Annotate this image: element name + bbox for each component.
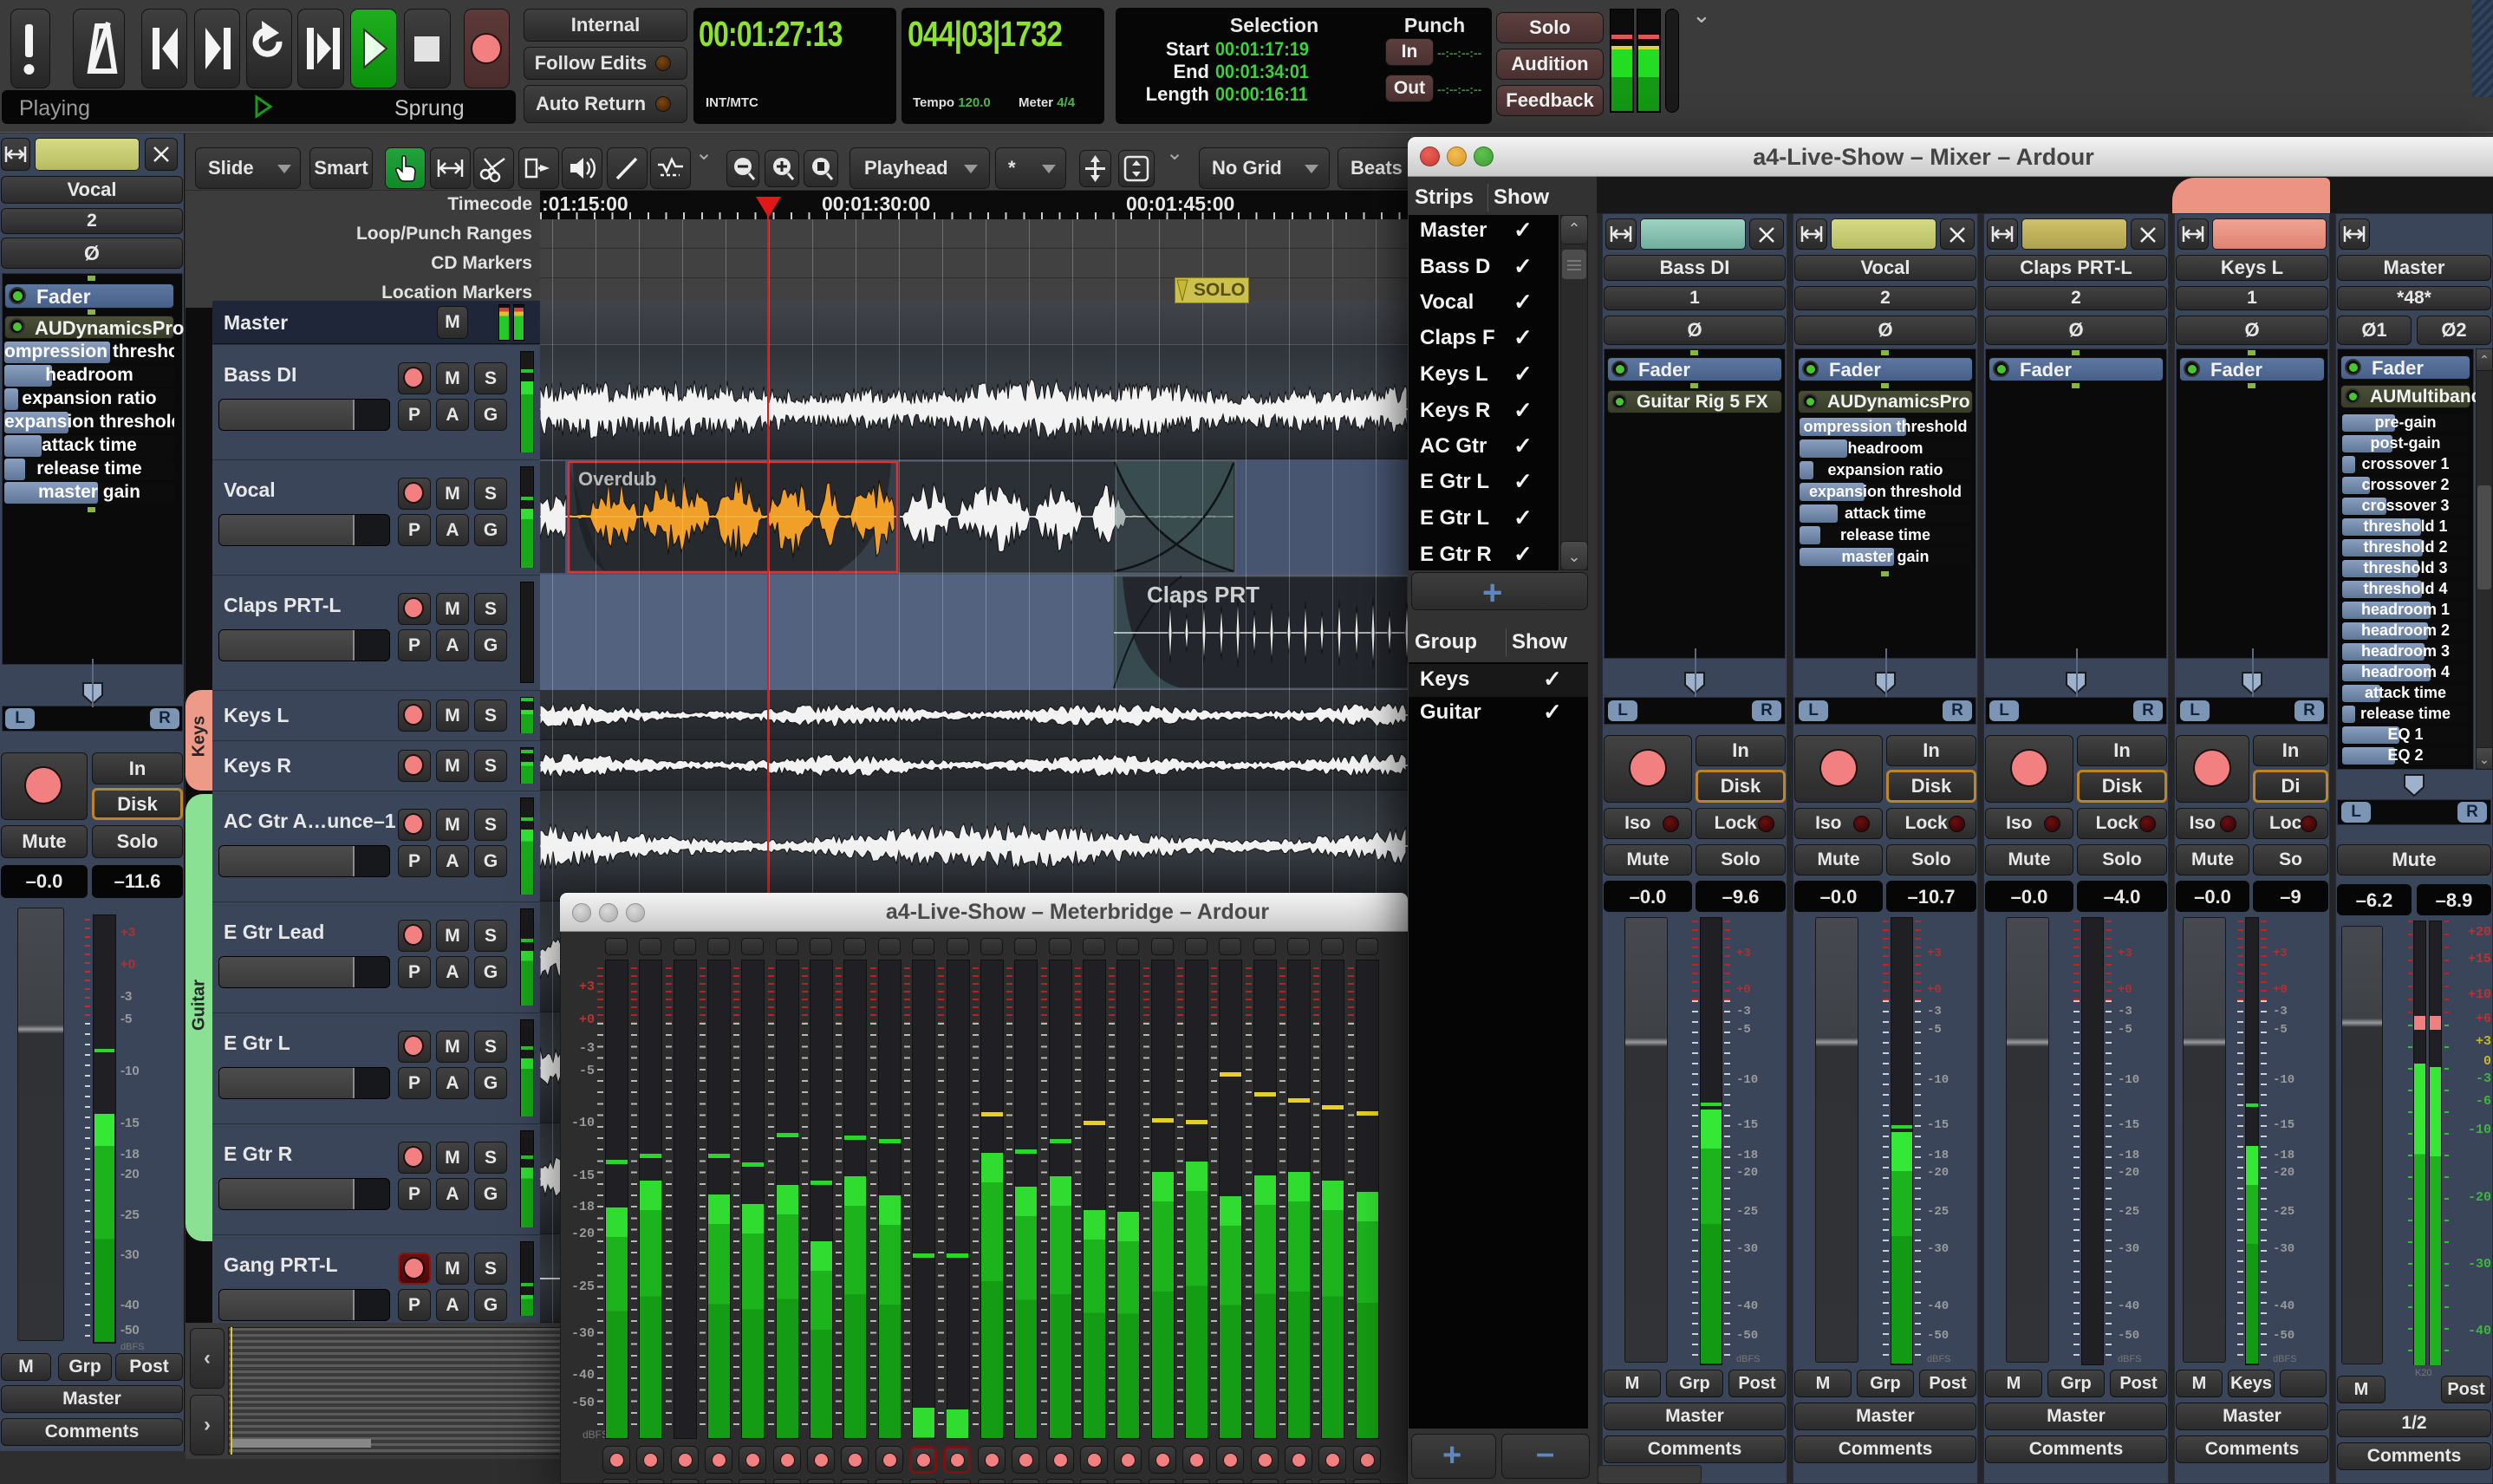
svg-text:Overdub: Overdub [578,468,656,490]
svg-text:Claps PRT: Claps PRT [1147,582,1260,608]
